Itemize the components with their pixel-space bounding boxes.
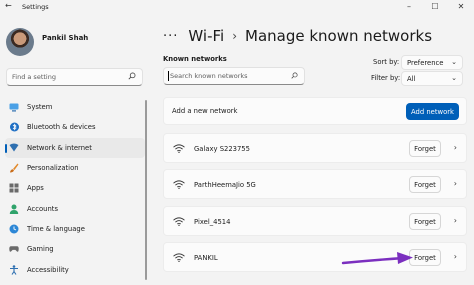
sidebar-item-label: System: [27, 103, 53, 112]
user-name: Pankil Shah: [42, 34, 89, 42]
bluetooth-icon: [9, 122, 19, 132]
forget-button[interactable]: Forget: [409, 213, 441, 230]
window-title: Settings: [22, 3, 49, 11]
avatar: [6, 28, 34, 56]
breadcrumb-more-button[interactable]: ···: [163, 29, 178, 44]
close-icon[interactable]: ✕: [448, 0, 474, 13]
add-network-label: Add a new network: [172, 107, 238, 115]
known-network-row[interactable]: Pixel_4514 Forget ›: [163, 206, 467, 236]
minimize-icon[interactable]: –: [396, 0, 422, 13]
wifi-signal-icon: [173, 217, 185, 226]
account-icon: [9, 204, 19, 214]
text-caret: [168, 71, 169, 81]
sidebar-item-bluetooth[interactable]: Bluetooth & devices: [0, 117, 150, 137]
wifi-signal-icon: [173, 180, 185, 189]
known-networks-search-input[interactable]: Search known networks: [163, 67, 305, 85]
sidebar-item-personalization[interactable]: Personalization: [0, 158, 150, 178]
sidebar-item-label: Gaming: [27, 245, 54, 254]
sort-by-value: Preference: [407, 58, 444, 67]
add-network-row: Add a new network Add network: [163, 97, 467, 125]
sort-by-label: Sort by:: [373, 58, 400, 66]
add-network-button[interactable]: Add network: [406, 103, 459, 120]
network-ssid: Pixel_4514: [194, 218, 231, 226]
sidebar-item-network[interactable]: Network & internet: [5, 137, 145, 158]
sidebar-item-accounts[interactable]: Accounts: [0, 198, 150, 218]
sidebar-item-accessibility[interactable]: Accessibility: [0, 259, 150, 279]
sidebar-item-label: Network & internet: [27, 143, 92, 152]
network-ssid: ParthHeemaJio 5G: [194, 181, 256, 189]
paintbrush-icon: [9, 163, 19, 173]
gamepad-icon: [9, 244, 19, 254]
network-ssid: PANKIL: [194, 254, 218, 262]
chevron-right-icon[interactable]: ›: [454, 252, 457, 261]
sidebar-item-apps[interactable]: Apps: [0, 178, 150, 198]
apps-icon: [9, 183, 19, 193]
known-networks-search-placeholder: Search known networks: [170, 72, 248, 80]
sidebar-item-system[interactable]: System: [0, 97, 150, 117]
search-icon: [128, 72, 136, 80]
sidebar-item-label: Personalization: [27, 164, 79, 173]
filter-by-value: All: [407, 74, 416, 83]
sidebar-item-gaming[interactable]: Gaming: [0, 239, 150, 259]
sidebar-item-label: Accounts: [27, 204, 58, 213]
system-icon: [9, 102, 19, 112]
known-network-row[interactable]: Galaxy S223755 Forget ›: [163, 133, 467, 163]
page-title: Manage known networks: [245, 27, 433, 45]
known-networks-label: Known networks: [163, 55, 227, 63]
sidebar-item-label: Accessibility: [27, 265, 69, 274]
globe-clock-icon: [9, 224, 19, 234]
accessibility-icon: [9, 264, 19, 275]
filter-by-label: Filter by:: [371, 74, 401, 82]
sidebar-item-label: Time & language: [27, 224, 85, 233]
sidebar-scrollbar[interactable]: [145, 100, 147, 280]
sort-by-dropdown[interactable]: Preference ⌄: [401, 55, 463, 70]
wifi-signal-icon: [173, 253, 185, 262]
chevron-right-icon[interactable]: ›: [454, 143, 457, 152]
wifi-signal-icon: [173, 144, 185, 153]
known-network-row[interactable]: ParthHeemaJio 5G Forget ›: [163, 169, 467, 199]
sidebar-item-time-language[interactable]: Time & language: [0, 219, 150, 239]
maximize-icon[interactable]: ☐: [422, 0, 448, 13]
forget-button[interactable]: Forget: [409, 176, 441, 193]
chevron-down-icon: ⌄: [451, 58, 457, 66]
breadcrumb-separator-icon: ›: [232, 29, 238, 43]
find-setting-placeholder: Find a setting: [12, 73, 56, 81]
find-setting-input[interactable]: Find a setting: [6, 68, 143, 86]
filter-by-dropdown[interactable]: All ⌄: [401, 71, 463, 86]
network-ssid: Galaxy S223755: [194, 145, 250, 153]
sidebar-item-label: Bluetooth & devices: [27, 123, 96, 132]
forget-button[interactable]: Forget: [409, 249, 441, 266]
wifi-icon: [9, 143, 19, 153]
sidebar-nav: System Bluetooth & devices Network & int…: [0, 97, 150, 280]
forget-button[interactable]: Forget: [409, 140, 441, 157]
title-bar: ← Settings – ☐ ✕: [0, 0, 474, 13]
user-profile[interactable]: Pankil Shah: [6, 28, 88, 56]
search-icon: [291, 72, 298, 79]
chevron-right-icon[interactable]: ›: [454, 216, 457, 225]
chevron-right-icon[interactable]: ›: [454, 179, 457, 188]
breadcrumb-wifi-link[interactable]: Wi-Fi: [188, 27, 224, 45]
back-arrow-icon[interactable]: ←: [5, 1, 12, 10]
breadcrumb: ··· Wi-Fi › Manage known networks: [163, 25, 432, 47]
sidebar-item-label: Apps: [27, 184, 44, 193]
known-network-row[interactable]: PANKIL Forget ›: [163, 242, 467, 272]
chevron-down-icon: ⌄: [451, 74, 457, 82]
